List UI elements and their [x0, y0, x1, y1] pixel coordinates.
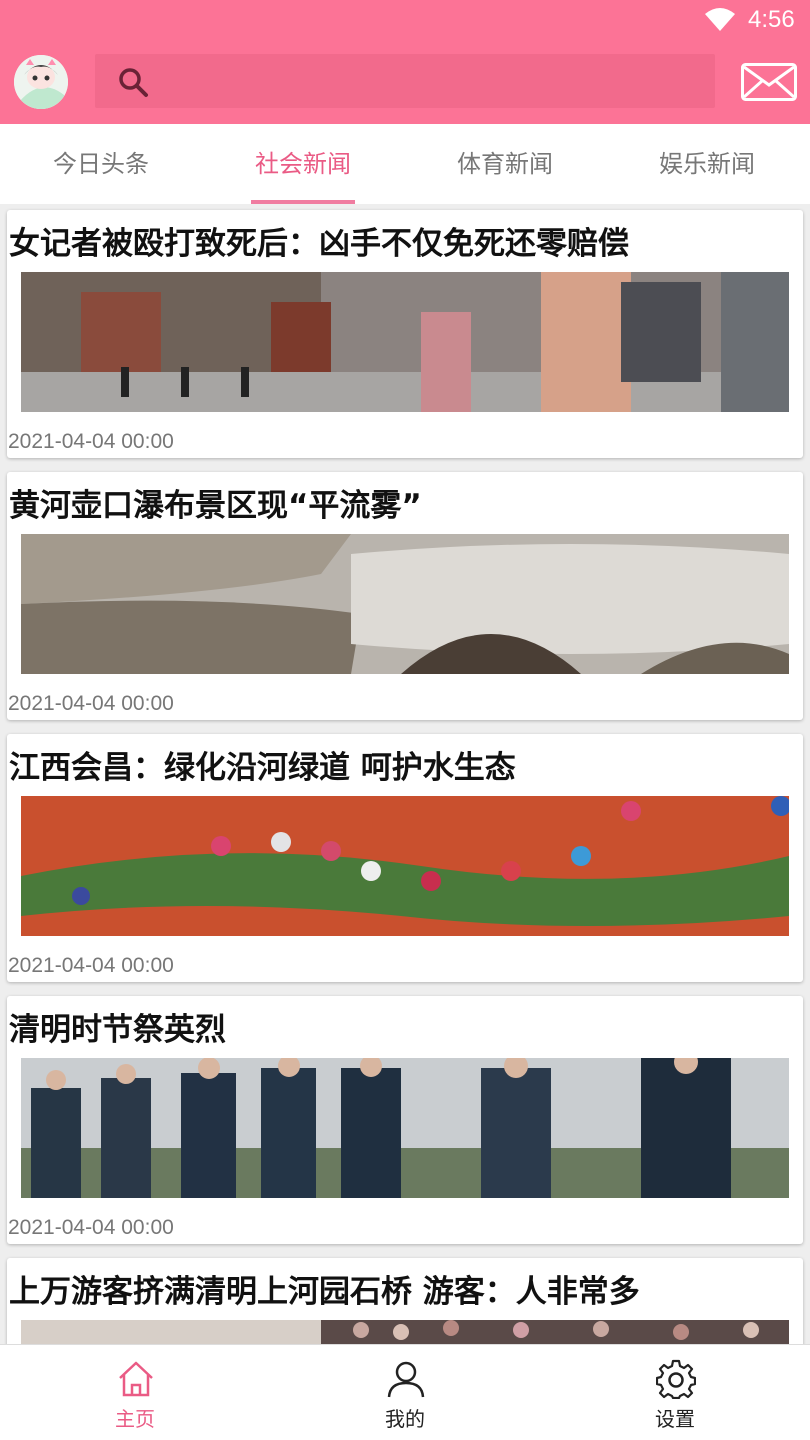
tab-society[interactable]: 社会新闻	[202, 124, 404, 204]
nav-profile-label: 我的	[385, 1407, 425, 1431]
news-date: 2021-04-04 00:00	[8, 1216, 174, 1239]
news-card[interactable]: 女记者被殴打致死后：凶手不仅免死还零赔偿 2021-04-04 00:00	[7, 210, 803, 458]
avatar[interactable]	[14, 55, 68, 109]
search-icon	[119, 68, 148, 97]
news-card[interactable]: 黄河壶口瀑布景区现“平流雾” 2021-04-04 00:00	[7, 472, 803, 720]
home-icon	[119, 1361, 153, 1397]
news-date: 2021-04-04 00:00	[8, 692, 174, 715]
nav-profile[interactable]: 我的	[270, 1345, 540, 1440]
nav-settings[interactable]: 设置	[540, 1345, 810, 1440]
news-title: 黄河壶口瀑布景区现“平流雾”	[9, 488, 422, 524]
news-image	[21, 1058, 789, 1198]
search-bar[interactable]	[95, 54, 715, 108]
news-feed[interactable]: 女记者被殴打致死后：凶手不仅免死还零赔偿 2021-04-04 00:00 黄河…	[0, 204, 810, 1344]
bottom-nav: 主页 我的 设置	[0, 1344, 810, 1440]
search-input[interactable]	[165, 54, 705, 108]
settings-icon	[656, 1359, 696, 1399]
status-time: 4:56	[748, 6, 795, 33]
news-card[interactable]: 清明时节祭英烈 2021-04-04 00:00	[7, 996, 803, 1244]
news-title: 江西会昌：绿化沿河绿道 呵护水生态	[9, 750, 516, 786]
news-title: 上万游客挤满清明上河园石桥 游客：人非常多	[9, 1274, 640, 1310]
tab-headlines[interactable]: 今日头条	[0, 124, 202, 204]
news-card[interactable]: 上万游客挤满清明上河园石桥 游客：人非常多	[7, 1258, 803, 1344]
news-image	[21, 1320, 789, 1344]
news-title: 清明时节祭英烈	[9, 1012, 226, 1048]
tab-entertainment[interactable]: 娱乐新闻	[606, 124, 808, 204]
news-image	[21, 534, 789, 674]
user-icon	[387, 1361, 425, 1398]
news-date: 2021-04-04 00:00	[8, 430, 174, 453]
category-tabs: 今日头条 社会新闻 体育新闻 娱乐新闻	[0, 124, 810, 204]
tab-sports[interactable]: 体育新闻	[404, 124, 606, 204]
news-date: 2021-04-04 00:00	[8, 954, 174, 977]
nav-settings-label: 设置	[655, 1407, 695, 1431]
nav-home-label: 主页	[115, 1407, 155, 1431]
news-image	[21, 272, 789, 412]
wifi-icon	[705, 8, 735, 31]
app-header: 4:56	[0, 0, 810, 124]
mail-icon[interactable]	[741, 63, 797, 101]
news-image	[21, 796, 789, 936]
status-bar: 4:56	[0, 0, 810, 44]
news-title: 女记者被殴打致死后：凶手不仅免死还零赔偿	[9, 226, 629, 262]
nav-home[interactable]: 主页	[0, 1345, 270, 1440]
news-card[interactable]: 江西会昌：绿化沿河绿道 呵护水生态 2021-04-04 00:00	[7, 734, 803, 982]
